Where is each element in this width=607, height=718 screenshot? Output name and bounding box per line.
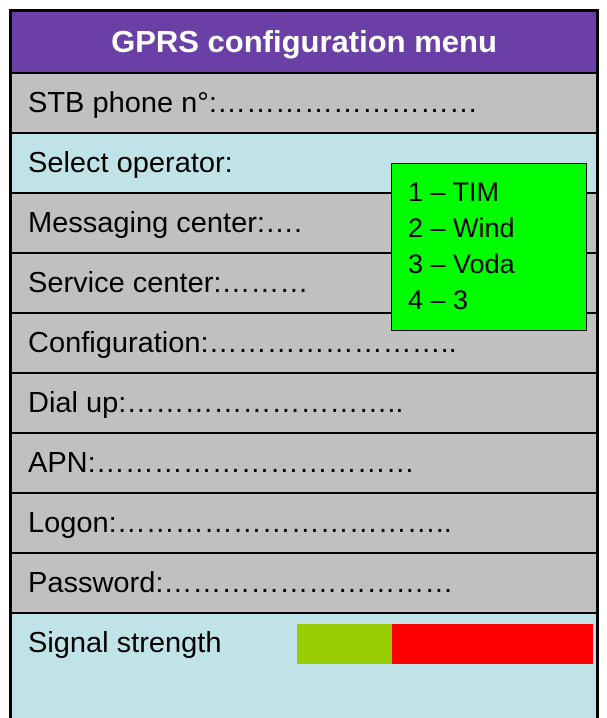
row-dots: ……………………………..: [116, 506, 452, 539]
operator-option-tim[interactable]: 1 – TIM: [408, 174, 586, 210]
row-signal-strength: Signal strength: [12, 614, 596, 718]
operator-dropdown[interactable]: 1 – TIM 2 – Wind 3 – Voda 4 – 3: [391, 163, 587, 331]
row-dots: ………………………: [216, 86, 478, 119]
operator-option-wind[interactable]: 2 – Wind: [408, 210, 586, 246]
row-dots: ……………………………: [95, 446, 415, 479]
row-logon[interactable]: Logon:……………………………..: [12, 494, 596, 554]
operator-option-3[interactable]: 4 – 3: [408, 282, 586, 318]
row-dots: …………………………: [163, 566, 454, 599]
row-label: Dial up:: [28, 386, 127, 419]
signal-strength-bad-bar: [392, 624, 593, 664]
row-label: STB phone n°:: [28, 86, 217, 119]
row-dots: ……………………..: [208, 326, 457, 359]
signal-strength-label: Signal strength: [28, 627, 222, 659]
row-label: Service center:: [28, 266, 222, 299]
row-password[interactable]: Password:…………………………: [12, 554, 596, 614]
gprs-config-menu: GPRS configuration menu STB phone n°:…………: [9, 9, 599, 718]
row-apn[interactable]: APN:……………………………: [12, 434, 596, 494]
row-label: Logon:: [28, 506, 117, 539]
row-label: APN:: [28, 446, 96, 479]
menu-title: GPRS configuration menu: [12, 12, 596, 74]
row-label: Select operator:: [28, 146, 233, 179]
row-dots: ………………………..: [126, 386, 404, 419]
signal-strength-good-bar: [297, 624, 392, 664]
row-stb-phone[interactable]: STB phone n°:………………………: [12, 74, 596, 134]
row-dots: ………: [221, 266, 309, 299]
row-label: Messaging center:: [28, 206, 265, 239]
row-label: Password:: [28, 566, 164, 599]
operator-option-voda[interactable]: 3 – Voda: [408, 246, 586, 282]
row-label: Configuration:: [28, 326, 209, 359]
row-dots: ….: [264, 206, 303, 239]
row-dial-up[interactable]: Dial up:………………………..: [12, 374, 596, 434]
